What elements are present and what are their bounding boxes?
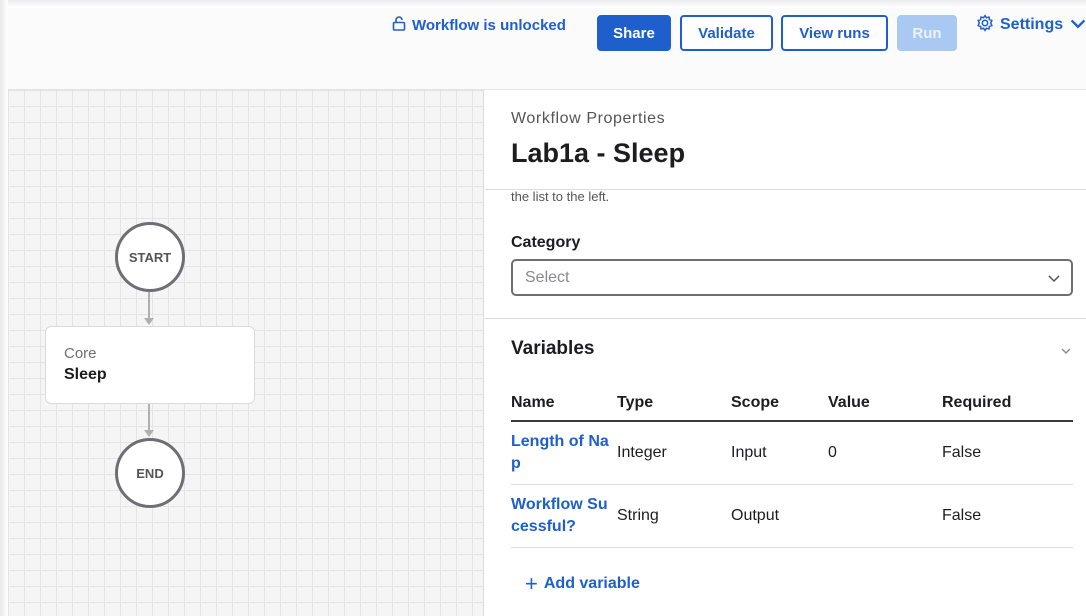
end-node[interactable]: END (115, 438, 185, 508)
settings-label: Settings (1000, 16, 1064, 33)
category-label: Category (511, 234, 581, 251)
workflow-canvas[interactable]: START Core Sleep END (8, 90, 484, 616)
lock-open-icon (392, 15, 406, 35)
chevron-down-icon (1069, 14, 1086, 37)
start-node[interactable]: START (115, 222, 185, 292)
window-shadow-left (0, 0, 8, 616)
table-row: Workflow Sucessful? String Output False (511, 485, 1073, 548)
lock-status-label: Workflow is unlocked (412, 16, 566, 34)
description-text: the list to the left. (511, 189, 610, 204)
workflow-properties-panel: Workflow Properties Lab1a - Sleep the li… (485, 90, 1086, 616)
add-variable-button[interactable]: + Add variable (525, 573, 640, 595)
column-header-scope: Scope (731, 394, 780, 411)
variables-table: Name Type Scope Value Required Length of… (511, 386, 1073, 548)
view-runs-button[interactable]: View runs (781, 15, 888, 51)
connector-start-to-core (148, 292, 150, 318)
validate-button[interactable]: Validate (680, 15, 773, 51)
connector-core-to-end (148, 404, 150, 430)
add-variable-label: Add variable (543, 575, 640, 592)
workflow-toolbar: Workflow is unlocked Share Validate View… (8, 8, 1086, 90)
end-node-label: END (136, 465, 164, 481)
chevron-down-icon (1048, 275, 1060, 283)
variable-name-link[interactable]: Length of Nap (511, 431, 609, 475)
lock-status[interactable]: Workflow is unlocked (392, 15, 566, 35)
variable-type: Integer (617, 444, 667, 461)
arrow-down-icon (144, 318, 154, 325)
workflow-title: Lab1a - Sleep (511, 138, 686, 168)
variable-scope: Input (731, 444, 767, 461)
activity-category: Core (64, 345, 97, 362)
activity-node-sleep[interactable]: Core Sleep (45, 326, 255, 404)
divider (485, 318, 1086, 319)
variable-required: False (942, 507, 982, 524)
variables-table-header: Name Type Scope Value Required (511, 386, 1073, 422)
column-header-required: Required (942, 394, 1012, 411)
column-header-name: Name (511, 394, 555, 411)
window-shadow-top (0, 0, 1086, 8)
variable-type: String (617, 507, 659, 524)
run-button[interactable]: Run (897, 15, 957, 51)
plus-icon: + (525, 571, 538, 596)
variable-name-link[interactable]: Workflow Sucessful? (511, 494, 609, 538)
category-select[interactable]: Select (511, 259, 1073, 296)
panel-subtitle: Workflow Properties (511, 110, 666, 127)
share-button[interactable]: Share (597, 15, 671, 51)
variables-heading: Variables (511, 338, 595, 359)
arrow-down-icon (144, 430, 154, 437)
category-select-value: Select (525, 268, 570, 286)
gear-icon (976, 13, 994, 37)
variable-required: False (942, 444, 982, 461)
column-header-type: Type (617, 394, 654, 411)
settings-menu[interactable]: Settings (976, 13, 1086, 37)
start-node-label: START (128, 249, 172, 265)
collapse-chevron-icon[interactable] (1059, 344, 1073, 358)
variable-value: 0 (828, 444, 837, 461)
column-header-value: Value (828, 394, 870, 411)
table-row: Length of Nap Integer Input 0 False (511, 422, 1073, 485)
activity-name: Sleep (64, 366, 107, 383)
variable-scope: Output (731, 507, 780, 524)
